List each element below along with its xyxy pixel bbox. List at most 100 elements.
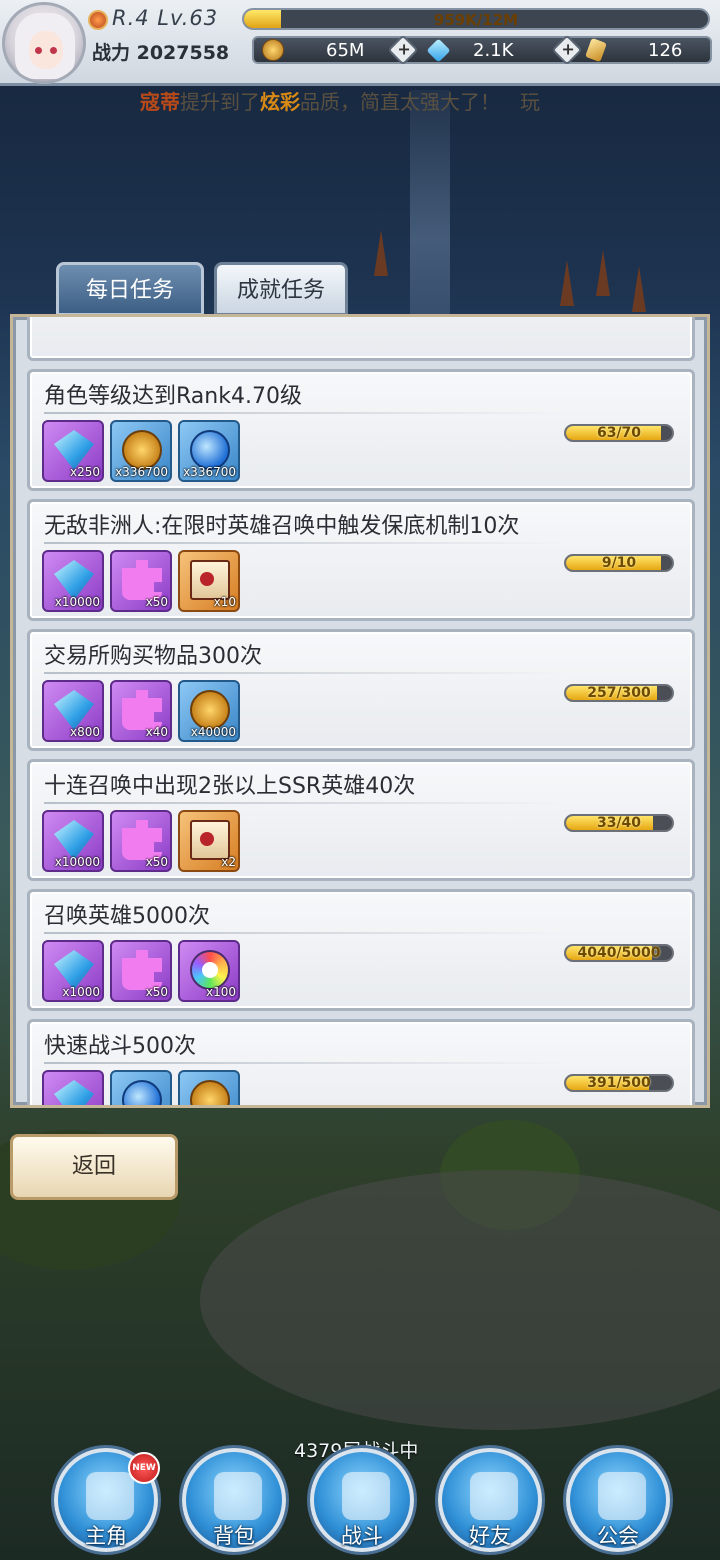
puzzle-icon (122, 950, 162, 990)
nav-label: 公会 (597, 1524, 639, 1548)
reward-item[interactable]: x40000 (178, 1070, 240, 1105)
ticket-resource: 126 (585, 37, 683, 63)
reward-item[interactable]: x1000 (42, 940, 104, 1002)
gold-coin-icon (262, 39, 284, 61)
quest-progress-bar: 4040/5000 (564, 944, 674, 962)
reward-item[interactable]: x4000 (110, 1070, 172, 1105)
quest-progress-bar: 257/300 (564, 684, 674, 702)
card-icon (190, 820, 230, 860)
reward-item[interactable]: x250 (42, 420, 104, 482)
quest-progress-bar: 391/500 (564, 1074, 674, 1092)
announce-text: 提升到了 (180, 90, 260, 114)
announce-quality: 炫彩 (260, 90, 300, 114)
castle-spire (374, 230, 388, 276)
diamond-icon (54, 820, 94, 860)
quest-card[interactable]: 召唤英雄5000次 x1000 x50 x100 4040/5000 (27, 889, 695, 1011)
nav-label: 背包 (213, 1524, 255, 1548)
reward-count: x250 (69, 465, 100, 479)
diamond-icon (54, 430, 94, 470)
tab-daily-quests[interactable]: 每日任务 (56, 262, 204, 316)
reward-item[interactable]: x40 (110, 680, 172, 742)
rainbow-icon (190, 950, 230, 990)
reward-count: x40 (145, 725, 168, 739)
quest-card[interactable]: 十连召唤中出现2张以上SSR英雄40次 x10000 x50 x2 33/40 (27, 759, 695, 881)
reward-count: x336700 (183, 465, 236, 479)
quest-card[interactable]: 无敌非洲人:在限时英雄召唤中触发保底机制10次 x10000 x50 x10 9/10 (27, 499, 695, 621)
reward-item[interactable]: x40000 (178, 680, 240, 742)
tab-achievement-quests[interactable]: 成就任务 (214, 262, 348, 316)
player-avatar[interactable] (2, 2, 86, 84)
announce-name: 寇蒂 (140, 90, 180, 114)
avatar-eye (35, 47, 42, 54)
backpack-icon (214, 1472, 262, 1520)
castle-wall (200, 1170, 720, 1430)
castle-spire (560, 260, 574, 306)
reward-count: x10000 (54, 595, 100, 609)
reward-item[interactable]: x2 (178, 810, 240, 872)
reward-item[interactable]: x50 (110, 550, 172, 612)
reward-item[interactable]: x50 (110, 810, 172, 872)
nav-button[interactable]: 好友 (438, 1448, 542, 1552)
top-hud: R.4 Lv.63 959K/12M 战力 2027558 65M + 2.1K… (0, 0, 720, 86)
add-gold-button[interactable]: + (387, 34, 419, 66)
gem-amount: 2.1K (473, 39, 514, 61)
reward-count: x50 (145, 595, 168, 609)
coin-icon (190, 690, 230, 730)
quest-list: 角色等级达到Rank4.70级 x250 x336700 x336700 63/70 无敌… (27, 317, 695, 1105)
back-button[interactable]: 返回 (10, 1134, 178, 1200)
reward-item[interactable]: x336700 (178, 420, 240, 482)
nav-button[interactable]: 背包 (182, 1448, 286, 1552)
reward-count: x2 (221, 855, 236, 869)
coin-icon (122, 430, 162, 470)
quest-panel[interactable]: 角色等级达到Rank4.70级 x250 x336700 x336700 63/70 无敌… (10, 314, 710, 1108)
quest-card[interactable]: 角色等级达到Rank4.70级 x250 x336700 x336700 63/70 (27, 369, 695, 491)
potion-icon (190, 430, 230, 470)
divider (44, 412, 564, 414)
quest-card[interactable]: 交易所购买物品300次 x800 x40 x40000 257/300 (27, 629, 695, 751)
quest-card[interactable] (27, 317, 695, 361)
quest-title: 角色等级达到Rank4.70级 (44, 384, 302, 409)
quest-title: 交易所购买物品300次 (44, 644, 262, 669)
avatar-eye (50, 47, 57, 54)
nav-button[interactable]: 公会 (566, 1448, 670, 1552)
potion-icon (122, 1080, 162, 1105)
gold-amount: 65M (326, 39, 365, 61)
reward-item[interactable]: x10000 (42, 550, 104, 612)
divider (44, 932, 564, 934)
reward-count: x10 (213, 595, 236, 609)
progress-text: 63/70 (596, 425, 642, 441)
progress-text: 33/40 (596, 815, 642, 831)
rank-star-icon (88, 10, 108, 30)
quest-card[interactable]: 快速战斗500次 x400x4000x40000 391/500 (27, 1019, 695, 1105)
puzzle-icon (122, 820, 162, 860)
reward-item[interactable]: x336700 (110, 420, 172, 482)
quest-title: 召唤英雄5000次 (44, 904, 210, 929)
plus-icon: + (397, 39, 411, 59)
guild-crest-icon (598, 1472, 646, 1520)
announce-text: 品质，简直太强大了！ 玩 (300, 90, 540, 114)
reward-count: x50 (145, 985, 168, 999)
add-gem-button[interactable]: + (551, 34, 583, 66)
quest-title: 快速战斗500次 (44, 1034, 196, 1059)
quest-progress-bar: 9/10 (564, 554, 674, 572)
progress-text: 9/10 (601, 555, 637, 571)
announcement-marquee: 寇蒂提升到了炫彩品质，简直太强大了！ 玩 (140, 86, 660, 116)
rank-level: R.4 Lv.63 (112, 6, 219, 30)
puzzle-icon (122, 690, 162, 730)
divider (44, 1062, 564, 1064)
quest-progress-bar: 33/40 (564, 814, 674, 832)
divider (44, 542, 564, 544)
reward-item[interactable]: x400 (42, 1070, 104, 1105)
ticket-amount: 126 (648, 39, 683, 61)
reward-item[interactable]: x800 (42, 680, 104, 742)
reward-item[interactable]: x10 (178, 550, 240, 612)
exp-text: 959K/12M (433, 11, 519, 29)
reward-item[interactable]: x50 (110, 940, 172, 1002)
reward-item[interactable]: x10000 (42, 810, 104, 872)
nav-label: 战斗 (341, 1524, 383, 1548)
reward-count: x50 (145, 855, 168, 869)
diamond-icon (54, 560, 94, 600)
reward-item[interactable]: x100 (178, 940, 240, 1002)
reward-count: x10000 (54, 855, 100, 869)
nav-button[interactable]: 战斗 (310, 1448, 414, 1552)
